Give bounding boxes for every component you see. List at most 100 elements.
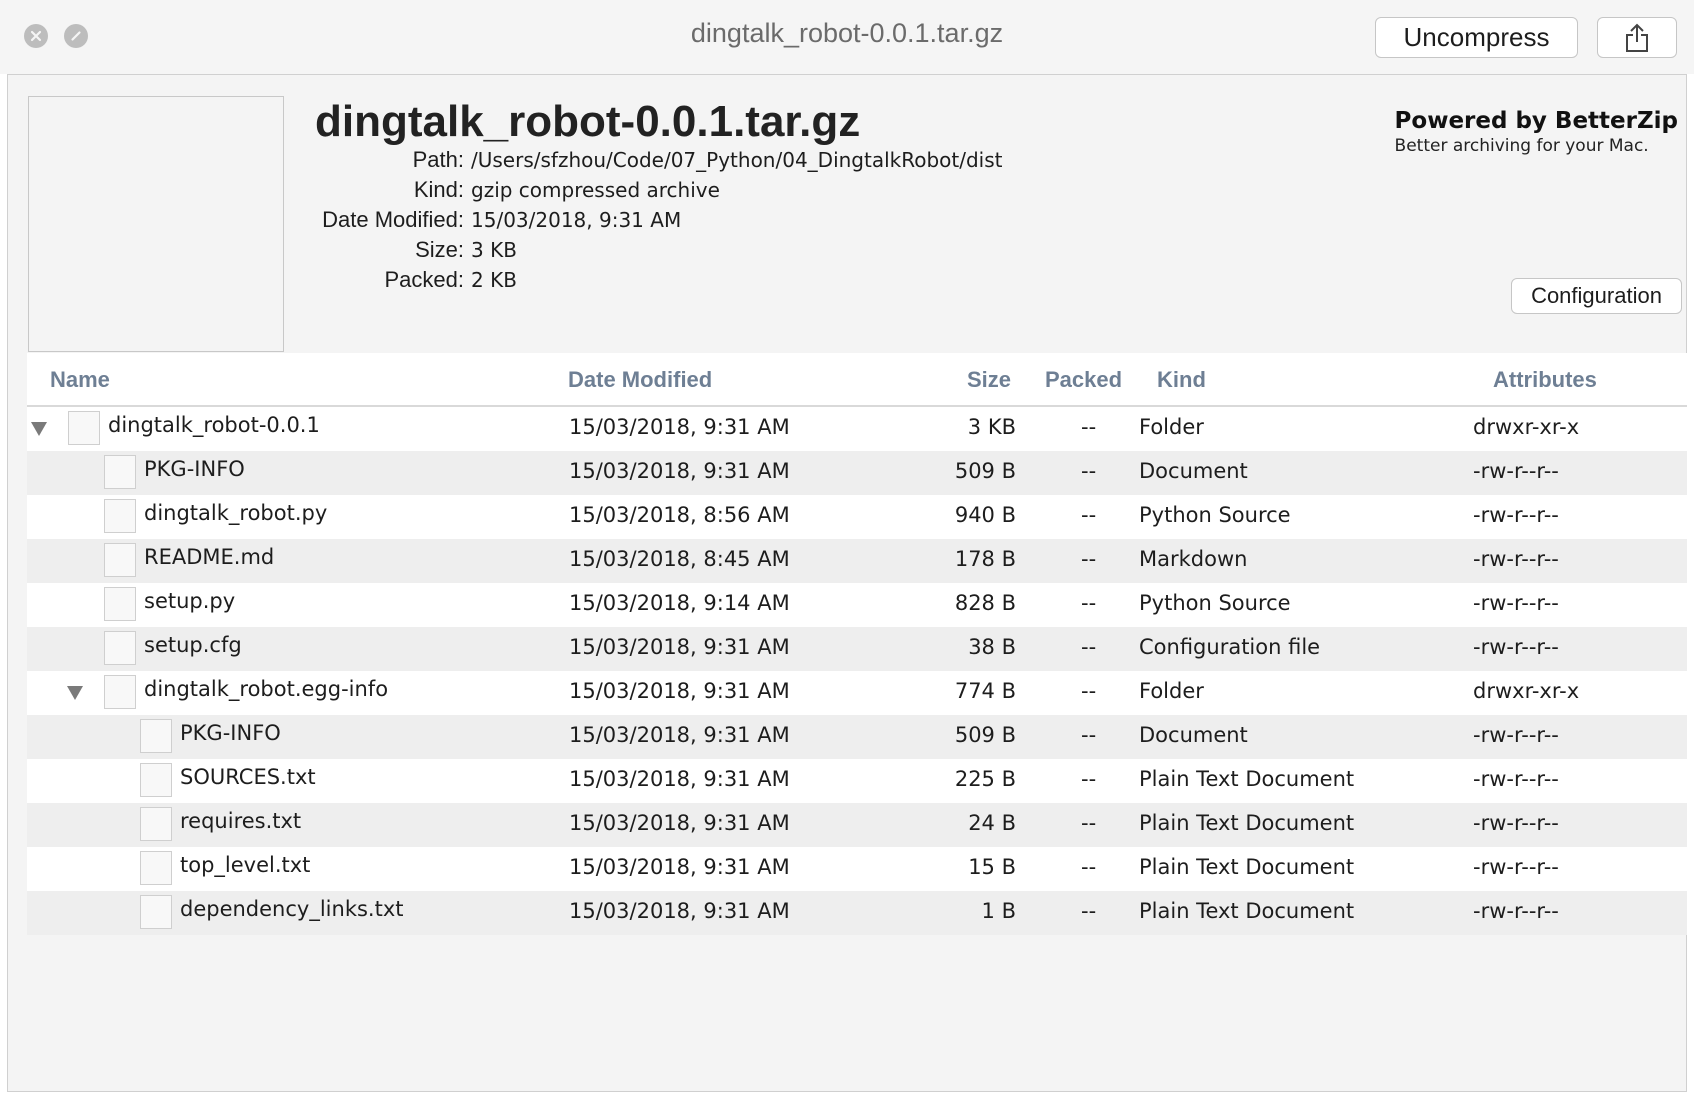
column-header-date[interactable]: Date Modified (568, 367, 712, 393)
table-row[interactable]: README.md 15/03/2018, 8:45 AM 178 B -- Markd… (27, 539, 1687, 583)
table-row[interactable]: setup.py 15/03/2018, 9:14 AM 828 B -- Python… (27, 583, 1687, 627)
packed-cell: -- (1081, 767, 1097, 791)
attributes-cell: -rw-r--r-- (1473, 855, 1559, 879)
column-header-packed[interactable]: Packed (1045, 367, 1122, 393)
packed-cell: -- (1081, 899, 1097, 923)
date-modified-cell: 15/03/2018, 9:31 AM (569, 723, 790, 747)
info-row-date-modified: Date Modified: 15/03/2018, 9:31 AM (308, 205, 1068, 235)
size-cell: 774 B (954, 679, 1016, 703)
table-row[interactable]: dingtalk_robot-0.0.1 15/03/2018, 9:31 AM 3… (27, 407, 1687, 451)
info-label: Date Modified: (322, 207, 464, 232)
file-icon (140, 719, 172, 753)
file-icon (104, 455, 136, 489)
table-row[interactable]: dingtalk_robot.egg-info 15/03/2018, 9:31 … (27, 671, 1687, 715)
preview-panel: dingtalk_robot-0.0.1.tar.gz Path: /Users… (7, 74, 1687, 1092)
attributes-cell: -rw-r--r-- (1473, 899, 1559, 923)
file-icon (68, 411, 100, 445)
file-icon (104, 631, 136, 665)
table-row[interactable]: PKG-INFO 15/03/2018, 9:31 AM 509 B -- Docume… (27, 451, 1687, 495)
uncompress-button[interactable]: Uncompress (1375, 17, 1578, 58)
size-cell: 940 B (954, 503, 1016, 527)
attributes-cell: -rw-r--r-- (1473, 547, 1559, 571)
info-value: gzip compressed archive (471, 178, 720, 202)
file-icon (140, 807, 172, 841)
file-name: README.md (144, 545, 275, 569)
size-cell: 828 B (954, 591, 1016, 615)
attributes-cell: -rw-r--r-- (1473, 503, 1559, 527)
file-name: dingtalk_robot-0.0.1 (108, 413, 320, 437)
kind-cell: Markdown (1139, 547, 1248, 571)
info-row-size: Size: 3 KB (308, 235, 1068, 265)
attributes-cell: -rw-r--r-- (1473, 811, 1559, 835)
file-name: setup.py (144, 589, 236, 613)
attributes-cell: drwxr-xr-x (1473, 679, 1580, 703)
table-row[interactable]: SOURCES.txt 15/03/2018, 9:31 AM 225 B -- Pla… (27, 759, 1687, 803)
column-header-attributes[interactable]: Attributes (1493, 367, 1597, 393)
size-cell: 3 KB (967, 415, 1016, 439)
info-value: 2 KB (471, 268, 517, 292)
date-modified-cell: 15/03/2018, 9:31 AM (569, 767, 790, 791)
file-name: PKG-INFO (180, 721, 281, 745)
packed-cell: -- (1081, 503, 1097, 527)
info-label: Packed: (384, 267, 465, 292)
kind-cell: Plain Text Document (1139, 855, 1355, 879)
close-icon[interactable] (24, 24, 48, 48)
file-name: dependency_links.txt (180, 897, 404, 921)
attributes-cell: -rw-r--r-- (1473, 459, 1559, 483)
configuration-button[interactable]: Configuration (1511, 278, 1682, 314)
file-name: dingtalk_robot.egg-info (144, 677, 389, 701)
file-table: Name Date Modified Size Packed Kind Attr… (27, 353, 1687, 935)
kind-cell: Folder (1139, 415, 1204, 439)
powered-title: Powered by BetterZip (1394, 108, 1678, 134)
share-button[interactable] (1597, 17, 1677, 58)
table-row[interactable]: dependency_links.txt 15/03/2018, 9:31 AM 1… (27, 891, 1687, 935)
table-header: Name Date Modified Size Packed Kind Attr… (27, 353, 1687, 407)
packed-cell: -- (1081, 415, 1097, 439)
date-modified-cell: 15/03/2018, 9:31 AM (569, 899, 790, 923)
column-header-size[interactable]: Size (967, 367, 1011, 393)
disclosure-triangle-icon[interactable] (65, 682, 85, 702)
packed-cell: -- (1081, 459, 1097, 483)
file-name: dingtalk_robot.py (144, 501, 328, 525)
kind-cell: Document (1139, 459, 1248, 483)
size-cell: 225 B (954, 767, 1016, 791)
kind-cell: Folder (1139, 679, 1204, 703)
disclosure-triangle-icon[interactable] (29, 418, 49, 438)
kind-cell: Plain Text Document (1139, 767, 1355, 791)
archive-title: dingtalk_robot-0.0.1.tar.gz (315, 97, 861, 146)
attributes-cell: -rw-r--r-- (1473, 767, 1559, 791)
attributes-cell: -rw-r--r-- (1473, 635, 1559, 659)
date-modified-cell: 15/03/2018, 9:31 AM (569, 459, 790, 483)
kind-cell: Python Source (1139, 591, 1291, 615)
minimize-icon[interactable] (64, 24, 88, 48)
date-modified-cell: 15/03/2018, 9:14 AM (569, 591, 790, 615)
size-cell: 1 B (981, 899, 1016, 923)
file-icon (140, 763, 172, 797)
info-label: Path: (412, 147, 464, 172)
table-row[interactable]: PKG-INFO 15/03/2018, 9:31 AM 509 B -- Docume… (27, 715, 1687, 759)
table-row[interactable]: setup.cfg 15/03/2018, 9:31 AM 38 B -- Config… (27, 627, 1687, 671)
size-cell: 509 B (954, 459, 1016, 483)
size-cell: 38 B (968, 635, 1016, 659)
powered-by: Powered by BetterZip Better archiving fo… (1395, 108, 1678, 156)
powered-subtitle: Better archiving for your Mac. (1394, 136, 1649, 156)
file-name: PKG-INFO (144, 457, 245, 481)
date-modified-cell: 15/03/2018, 9:31 AM (569, 679, 790, 703)
table-row[interactable]: dingtalk_robot.py 15/03/2018, 8:56 AM 940 … (27, 495, 1687, 539)
table-row[interactable]: top_level.txt 15/03/2018, 9:31 AM 15 B -- Pl… (27, 847, 1687, 891)
packed-cell: -- (1081, 811, 1097, 835)
kind-cell: Python Source (1139, 503, 1291, 527)
kind-cell: Document (1139, 723, 1248, 747)
packed-cell: -- (1081, 855, 1097, 879)
packed-cell: -- (1081, 635, 1097, 659)
info-label: Kind: (413, 177, 464, 202)
table-row[interactable]: requires.txt 15/03/2018, 9:31 AM 24 B -- Pla… (27, 803, 1687, 847)
attributes-cell: -rw-r--r-- (1473, 723, 1559, 747)
archive-info: Path: /Users/sfzhou/Code/07_Python/04_Di… (308, 145, 1068, 295)
column-header-kind[interactable]: Kind (1157, 367, 1206, 393)
file-name: top_level.txt (180, 853, 311, 877)
date-modified-cell: 15/03/2018, 9:31 AM (569, 415, 790, 439)
column-header-name[interactable]: Name (50, 367, 110, 393)
size-cell: 178 B (954, 547, 1016, 571)
kind-cell: Plain Text Document (1139, 899, 1355, 923)
